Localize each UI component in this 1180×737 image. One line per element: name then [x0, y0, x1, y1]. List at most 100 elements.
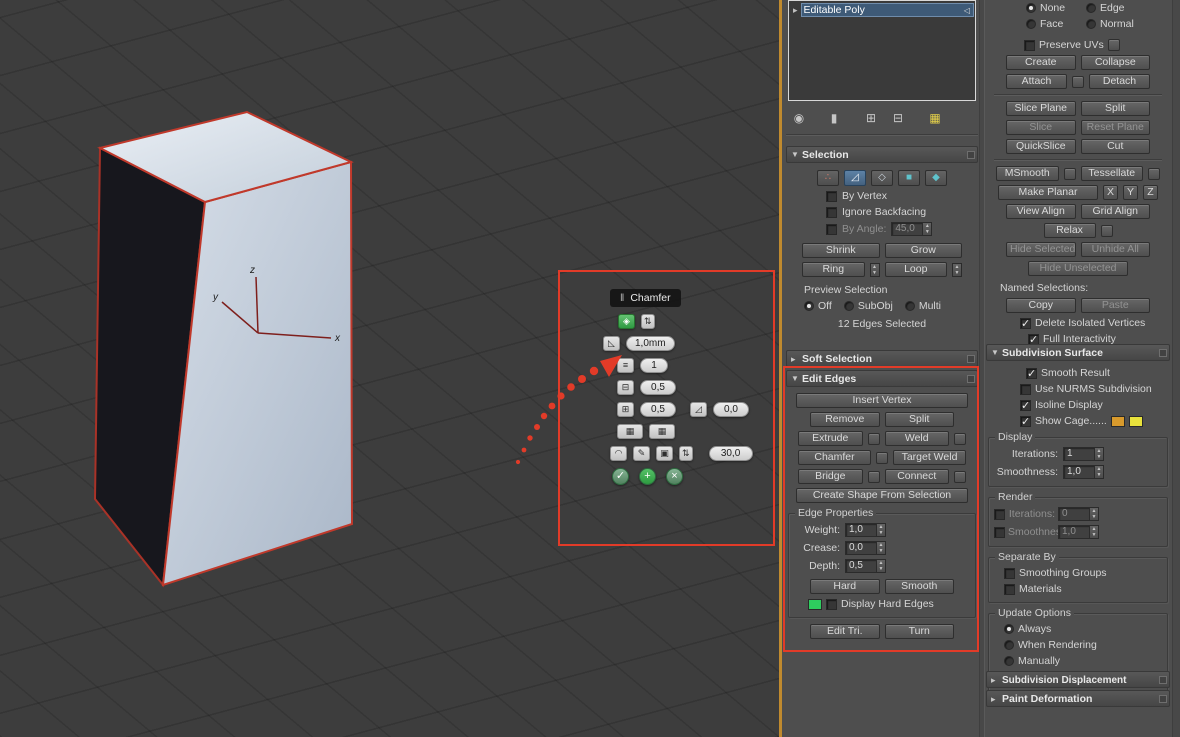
rollout-gadget[interactable] — [1159, 676, 1167, 684]
preview-off-radio[interactable] — [804, 301, 814, 311]
by-angle-checkbox[interactable] — [826, 223, 837, 235]
depth-field[interactable]: 0,5 — [640, 402, 676, 417]
bias-icon[interactable]: ◿ — [690, 402, 707, 417]
element-subobject-button[interactable]: ◆ — [925, 170, 947, 186]
weight-spinner[interactable]: 1,0 — [845, 523, 886, 537]
render-smoothness-checkbox[interactable] — [994, 526, 1005, 538]
target-weld-button[interactable]: Target Weld — [893, 450, 966, 465]
by-angle-spinner[interactable]: 45,0 — [891, 222, 933, 236]
hide-selected-button[interactable]: Hide Selected — [1006, 242, 1076, 257]
tension-field[interactable]: 0,5 — [640, 380, 676, 395]
ring-spinner[interactable] — [869, 262, 880, 277]
planar-y-button[interactable]: Y — [1123, 185, 1138, 200]
view-align-button[interactable]: View Align — [1006, 204, 1076, 219]
caddy-cancel-button[interactable]: × — [666, 468, 683, 485]
mitering-option-b-icon[interactable]: ▦ — [649, 424, 675, 439]
cage-color-swatch[interactable] — [1110, 415, 1125, 427]
full-interactivity-checkbox[interactable] — [1028, 333, 1039, 346]
pin-stack-icon[interactable]: ◉ — [792, 111, 806, 125]
soft-selection-rollout-header[interactable]: Soft Selection — [786, 350, 978, 367]
tension-icon[interactable]: ⊟ — [617, 380, 634, 395]
split-button[interactable]: Split — [884, 412, 954, 427]
display-smoothness-spinner[interactable]: 1,0 — [1063, 465, 1104, 479]
attach-button[interactable]: Attach — [1006, 74, 1067, 89]
by-vertex-checkbox[interactable] — [826, 190, 837, 202]
smoothing-groups-checkbox[interactable] — [1004, 567, 1015, 579]
smooth-result-checkbox[interactable] — [1026, 367, 1037, 380]
modifier-stack[interactable]: Editable Poly ◁ — [788, 0, 976, 101]
crease-spinner[interactable]: 0,0 — [845, 541, 886, 555]
paint-deformation-rollout-header[interactable]: Paint Deformation — [986, 690, 1170, 707]
smooth-threshold-field[interactable]: 30,0 — [708, 446, 753, 461]
cut-button[interactable]: Cut — [1080, 139, 1150, 154]
depth-spinner[interactable]: 0,5 — [845, 559, 886, 573]
tessellate-button[interactable]: Tessellate — [1080, 166, 1143, 181]
panel-scroll-strip-right[interactable] — [1172, 0, 1180, 737]
slice-plane-button[interactable]: Slice Plane — [1006, 101, 1076, 116]
grow-button[interactable]: Grow — [884, 243, 962, 258]
caddy-apply-button[interactable]: + — [639, 468, 656, 485]
update-when-rendering-radio[interactable] — [1004, 640, 1014, 650]
mitering-option-a-icon[interactable]: ▦ — [617, 424, 643, 439]
create-shape-button[interactable]: Create Shape From Selection — [796, 488, 968, 503]
display-hard-edges-checkbox[interactable] — [826, 598, 837, 610]
use-nurms-checkbox[interactable] — [1020, 383, 1031, 395]
remove-modifier-icon[interactable]: ⊟ — [891, 111, 905, 125]
unhide-all-button[interactable]: Unhide All — [1080, 242, 1150, 257]
subdivision-surface-rollout-header[interactable]: Subdivision Surface — [986, 344, 1170, 361]
msmooth-settings-button[interactable] — [1063, 167, 1076, 180]
planar-x-button[interactable]: X — [1103, 185, 1118, 200]
smooth-toggle-icon[interactable]: ◠ — [610, 446, 627, 461]
quickslice-button[interactable]: QuickSlice — [1006, 139, 1076, 154]
connect-button[interactable]: Connect — [884, 469, 949, 484]
make-planar-button[interactable]: Make Planar — [998, 185, 1098, 200]
isoline-display-checkbox[interactable] — [1020, 399, 1031, 412]
slice-button[interactable]: Slice — [1006, 120, 1076, 135]
make-unique-icon[interactable]: ⊞ — [864, 111, 878, 125]
reset-plane-button[interactable]: Reset Plane — [1080, 120, 1150, 135]
render-smoothness-spinner[interactable]: 1,0 — [1058, 525, 1099, 539]
preserve-uvs-settings-button[interactable] — [1107, 39, 1120, 51]
show-end-result-icon[interactable]: ▮ — [827, 111, 841, 125]
loop-button[interactable]: Loop — [884, 262, 947, 277]
rollout-gadget[interactable] — [1159, 695, 1167, 703]
collapse-button[interactable]: Collapse — [1080, 55, 1150, 70]
loop-spinner[interactable] — [952, 262, 962, 277]
relax-button[interactable]: Relax — [1043, 223, 1096, 238]
vertex-subobject-button[interactable]: ∴ — [817, 170, 839, 186]
bias-field[interactable]: 0,0 — [713, 402, 749, 417]
ring-button[interactable]: Ring — [802, 262, 865, 277]
copy-button[interactable]: Copy — [1006, 298, 1076, 313]
tessellate-settings-button[interactable] — [1148, 167, 1160, 180]
chamfer-mode-icon[interactable]: ◈ — [618, 314, 635, 329]
planar-z-button[interactable]: Z — [1143, 185, 1158, 200]
subdivision-displacement-rollout-header[interactable]: Subdivision Displacement — [986, 671, 1170, 688]
caddy-ok-button[interactable]: ✓ — [612, 468, 629, 485]
segments-icon[interactable]: ≡ — [617, 358, 634, 373]
hard-edge-color-swatch[interactable] — [808, 598, 822, 610]
render-iterations-checkbox[interactable] — [994, 508, 1005, 520]
update-manually-radio[interactable] — [1004, 656, 1014, 666]
smooth-button[interactable]: Smooth — [884, 579, 954, 594]
mode-spinner-icon[interactable]: ⇅ — [641, 314, 655, 329]
smooth-spinner-icon[interactable]: ⇅ — [679, 446, 693, 461]
connect-settings-button[interactable] — [954, 470, 966, 483]
rollout-gadget[interactable] — [967, 375, 975, 383]
chamfer-settings-button[interactable] — [876, 451, 888, 464]
cage-selected-color-swatch[interactable] — [1128, 415, 1143, 427]
rollout-gadget[interactable] — [967, 151, 975, 159]
msmooth-button[interactable]: MSmooth — [996, 166, 1059, 181]
ignore-backfacing-checkbox[interactable] — [826, 206, 837, 218]
hide-unselected-button[interactable]: Hide Unselected — [1028, 261, 1128, 276]
weld-settings-button[interactable] — [954, 432, 966, 445]
smooth-edit-icon[interactable]: ✎ — [633, 446, 650, 461]
remove-button[interactable]: Remove — [810, 412, 880, 427]
constraint-none-radio[interactable] — [1026, 3, 1036, 13]
rollout-gadget[interactable] — [967, 355, 975, 363]
edit-tri-button[interactable]: Edit Tri. — [810, 624, 880, 639]
insert-vertex-button[interactable]: Insert Vertex — [796, 393, 968, 408]
hard-button[interactable]: Hard — [810, 579, 880, 594]
show-cage-checkbox[interactable] — [1020, 415, 1031, 428]
chamfer-button[interactable]: Chamfer — [798, 450, 871, 465]
split-button[interactable]: Split — [1080, 101, 1150, 116]
